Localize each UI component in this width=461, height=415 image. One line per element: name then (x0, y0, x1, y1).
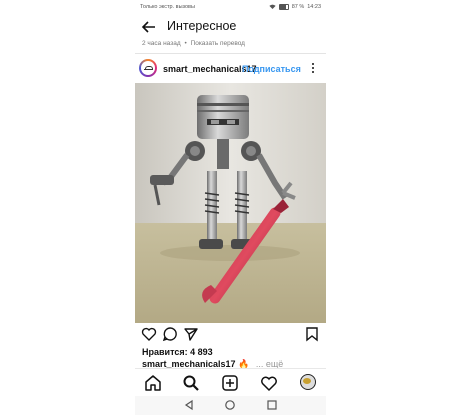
system-home-icon[interactable] (224, 399, 236, 411)
robot-sculpture-image (135, 83, 326, 323)
top-bar: Интересное (135, 14, 326, 40)
page-title: Интересное (167, 19, 237, 33)
divider (135, 53, 326, 54)
comment-icon[interactable] (162, 326, 178, 342)
time-ago: 2 часа назад (142, 40, 181, 47)
post-meta: 2 часа назад • Показать перевод (142, 40, 245, 47)
system-back-icon[interactable] (183, 399, 195, 411)
phone-screen: Только экстр. вызовы 87 % 14:23 Интересн… (135, 0, 326, 415)
add-post-icon[interactable] (221, 374, 239, 392)
heart-icon[interactable] (141, 326, 157, 342)
post-image[interactable] (135, 83, 326, 323)
post-header: smart_mechanicals17 Подписаться (135, 55, 326, 83)
battery-percent: 87 % (291, 3, 305, 10)
likes-count[interactable]: Нравится: 4 893 (142, 347, 213, 357)
activity-heart-icon[interactable] (260, 374, 278, 392)
post-actions (135, 325, 326, 345)
follow-button[interactable]: Подписаться (242, 64, 301, 74)
system-nav-bar (135, 396, 326, 415)
status-bar: Только экстр. вызовы 87 % 14:23 (135, 0, 326, 13)
more-vertical-icon[interactable] (310, 61, 316, 75)
arrow-left-icon[interactable] (141, 19, 157, 35)
status-right: 87 % 14:23 (269, 3, 321, 10)
avatar[interactable] (139, 59, 157, 77)
search-icon[interactable] (182, 374, 200, 392)
meta-separator: • (184, 40, 187, 47)
home-icon[interactable] (144, 374, 162, 392)
status-time: 14:23 (307, 3, 321, 10)
bookmark-icon[interactable] (304, 326, 320, 342)
send-icon[interactable] (183, 326, 199, 342)
bottom-nav (135, 368, 326, 397)
battery-icon (278, 3, 289, 10)
profile-avatar-icon[interactable] (300, 374, 316, 390)
status-left-text: Только экстр. вызовы (140, 3, 195, 10)
system-recents-icon[interactable] (266, 399, 278, 411)
wifi-icon (269, 4, 276, 9)
translate-link[interactable]: Показать перевод (191, 40, 245, 47)
